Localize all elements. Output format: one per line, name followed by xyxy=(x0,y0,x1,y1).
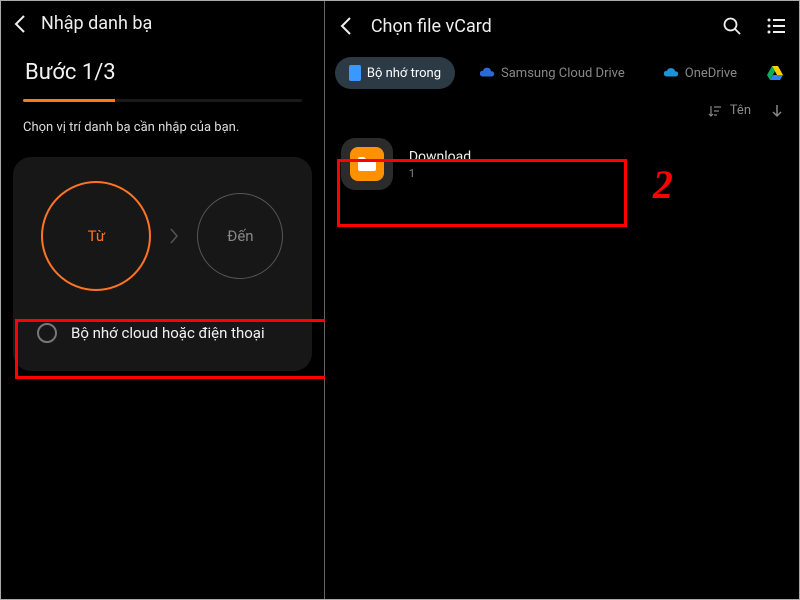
left-header: Nhập danh bạ xyxy=(1,1,324,46)
right-header: Chọn file vCard xyxy=(325,1,799,51)
from-label: Từ xyxy=(88,227,106,245)
back-icon[interactable] xyxy=(11,15,29,33)
chip-label: OneDrive xyxy=(685,66,737,81)
from-circle[interactable]: Từ xyxy=(41,181,151,291)
folder-thumbnail xyxy=(341,138,393,190)
chip-onedrive[interactable]: OneDrive xyxy=(649,57,751,89)
option-cloud-or-phone[interactable]: Bộ nhớ cloud hoặc điện thoại xyxy=(27,309,298,357)
chip-label: Bộ nhớ trong xyxy=(367,66,441,81)
folder-icon xyxy=(350,147,384,181)
to-label: Đến xyxy=(227,227,253,245)
sort-icon xyxy=(708,104,722,118)
sort-direction-icon[interactable] xyxy=(771,104,783,118)
to-circle[interactable]: Đến xyxy=(197,193,283,279)
radio-icon xyxy=(37,323,57,343)
folder-count: 1 xyxy=(409,167,471,180)
option-label: Bộ nhớ cloud hoặc điện thoại xyxy=(71,324,265,342)
chevron-right-icon xyxy=(169,228,179,244)
step-indicator: Bước 1/3 xyxy=(1,46,324,93)
file-picker-screen: Chọn file vCard Bộ nhớ trong xyxy=(325,1,799,599)
annotation-2: 2 xyxy=(653,161,673,208)
google-drive-icon xyxy=(767,65,783,81)
instruction-text: Chọn vị trí danh bạ cần nhập của bạn. xyxy=(1,102,324,143)
from-to-row: Từ Đến xyxy=(27,181,298,291)
folder-info: Download 1 xyxy=(409,149,471,180)
search-icon[interactable] xyxy=(721,15,743,37)
back-icon[interactable] xyxy=(337,17,355,35)
right-title: Chọn file vCard xyxy=(371,16,709,37)
left-title: Nhập danh bạ xyxy=(41,13,152,34)
folder-download[interactable]: Download 1 xyxy=(325,126,799,202)
chip-samsung-cloud[interactable]: Samsung Cloud Drive xyxy=(465,57,639,89)
chip-internal-storage[interactable]: Bộ nhớ trong xyxy=(335,57,455,89)
import-contacts-screen: Nhập danh bạ Bước 1/3 Chọn vị trí danh b… xyxy=(1,1,324,599)
storage-chips: Bộ nhớ trong Samsung Cloud Drive OneDriv… xyxy=(325,51,799,103)
chip-label: Samsung Cloud Drive xyxy=(501,66,625,81)
sort-label: Tên xyxy=(730,103,751,118)
onedrive-icon xyxy=(663,65,679,81)
folder-name: Download xyxy=(409,149,471,165)
sort-controls[interactable]: Tên xyxy=(325,103,799,126)
phone-icon xyxy=(349,65,361,81)
chip-google-drive[interactable] xyxy=(761,57,789,89)
samsung-cloud-icon xyxy=(479,65,495,81)
list-view-icon[interactable] xyxy=(765,15,787,37)
source-card: Từ Đến Bộ nhớ cloud hoặc điện thoại xyxy=(13,157,312,371)
